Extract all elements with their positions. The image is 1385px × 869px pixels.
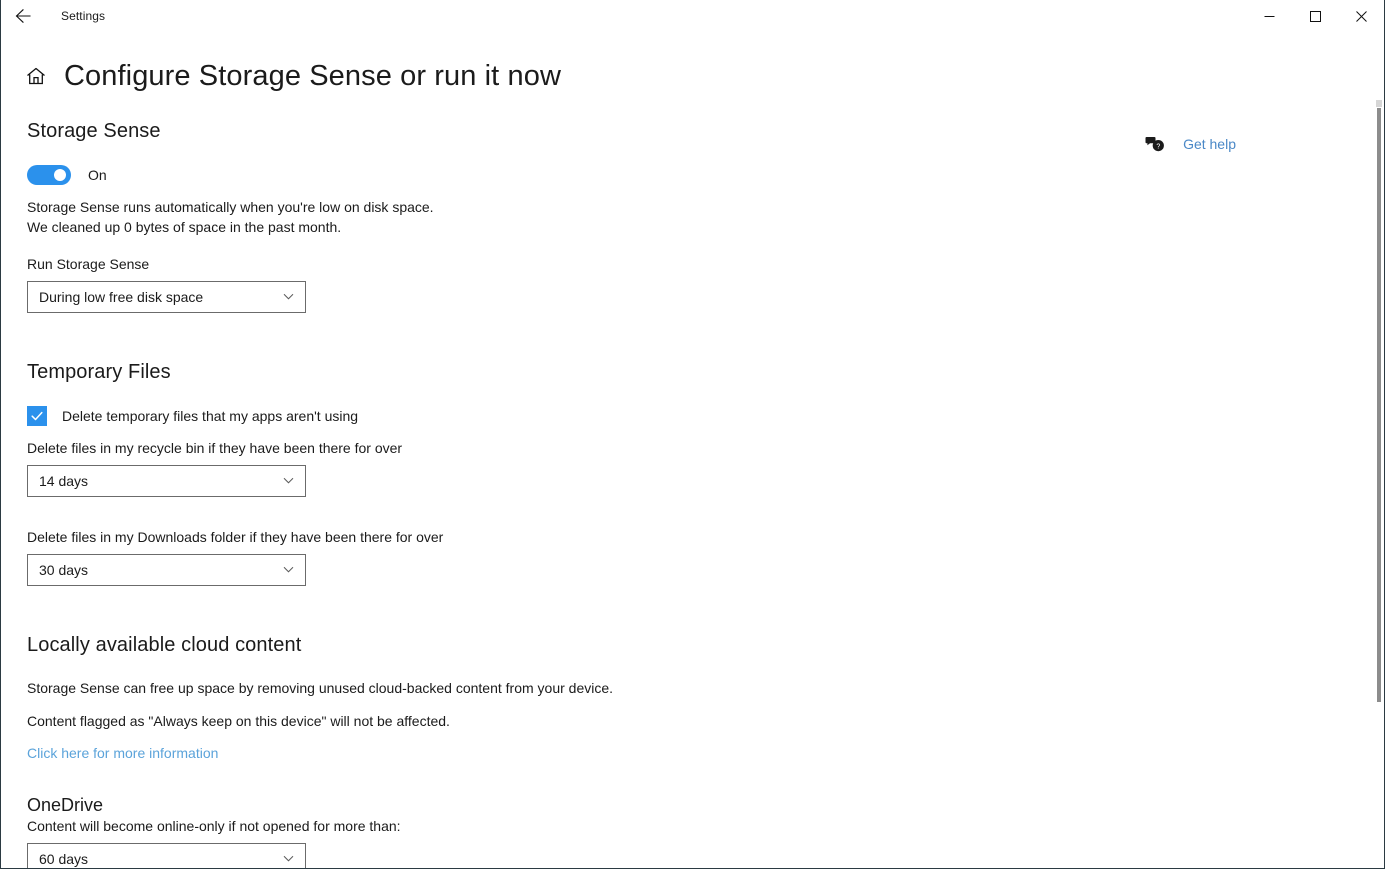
back-arrow-icon xyxy=(15,9,31,23)
svg-text:?: ? xyxy=(1156,143,1160,150)
maximize-icon xyxy=(1309,10,1321,22)
downloads-folder-label: Delete files in my Downloads folder if t… xyxy=(27,528,444,545)
page-header: Configure Storage Sense or run it now xyxy=(1,54,1384,98)
help-chat-icon: ? xyxy=(1145,137,1164,152)
close-icon xyxy=(1355,10,1367,22)
home-icon xyxy=(27,67,45,85)
scrollbar-thumb[interactable] xyxy=(1377,108,1381,702)
delete-temp-files-checkbox[interactable] xyxy=(27,405,47,426)
downloads-folder-dropdown[interactable]: 30 days xyxy=(27,553,306,586)
chevron-down-icon xyxy=(283,478,294,484)
get-help-label: Get help xyxy=(1183,136,1236,152)
temporary-files-heading: Temporary Files xyxy=(27,360,171,383)
recycle-bin-value: 14 days xyxy=(39,472,89,489)
vertical-scrollbar[interactable] xyxy=(1376,100,1382,866)
storage-sense-toggle-state: On xyxy=(88,167,107,183)
close-button[interactable] xyxy=(1338,0,1384,32)
checkmark-icon xyxy=(31,411,43,420)
page-title: Configure Storage Sense or run it now xyxy=(64,59,561,92)
chevron-down-icon xyxy=(283,294,294,300)
delete-temp-files-row: Delete temporary files that my apps aren… xyxy=(27,405,1358,426)
run-storage-sense-dropdown[interactable]: During low free disk space xyxy=(27,280,306,313)
run-storage-sense-value: During low free disk space xyxy=(39,288,204,305)
chevron-down-icon xyxy=(283,855,294,862)
window-controls xyxy=(1246,0,1384,32)
onedrive-value: 60 days xyxy=(39,850,89,867)
onedrive-dropdown[interactable]: 60 days xyxy=(27,842,306,868)
recycle-bin-label: Delete files in my recycle bin if they h… xyxy=(27,439,403,456)
recycle-bin-dropdown[interactable]: 14 days xyxy=(27,464,306,497)
minimize-button[interactable] xyxy=(1246,0,1292,32)
cloud-content-paragraph-2: Content flagged as "Always keep on this … xyxy=(27,712,450,729)
downloads-folder-value: 30 days xyxy=(39,561,89,578)
run-storage-sense-label: Run Storage Sense xyxy=(27,255,150,272)
cloud-content-paragraph-1: Storage Sense can free up space by remov… xyxy=(27,679,614,696)
settings-content: ? Get help Storage Sense On Storage Sens… xyxy=(1,120,1384,868)
storage-sense-toggle-row: On xyxy=(27,165,1358,185)
minimize-icon xyxy=(1264,15,1274,17)
home-button[interactable] xyxy=(23,63,49,89)
cloud-content-heading: Locally available cloud content xyxy=(27,633,302,656)
more-information-link[interactable]: Click here for more information xyxy=(27,745,218,761)
delete-temp-files-label: Delete temporary files that my apps aren… xyxy=(62,407,359,424)
scrollbar-track-cap xyxy=(1376,100,1382,107)
storage-sense-toggle[interactable] xyxy=(27,165,71,185)
chevron-down-icon xyxy=(283,567,294,573)
maximize-button[interactable] xyxy=(1292,0,1338,32)
title-bar: Settings xyxy=(1,0,1384,32)
onedrive-heading: OneDrive xyxy=(27,794,104,815)
get-help-link[interactable]: ? Get help xyxy=(1145,134,1236,154)
storage-sense-description: Storage Sense runs automatically when yo… xyxy=(27,199,434,235)
toggle-knob xyxy=(54,169,66,181)
onedrive-label: Content will become online-only if not o… xyxy=(27,817,401,834)
settings-window: Settings Configure Storage Sense or run … xyxy=(0,0,1385,869)
back-button[interactable] xyxy=(1,0,45,32)
titlebar-title: Settings xyxy=(61,9,106,23)
